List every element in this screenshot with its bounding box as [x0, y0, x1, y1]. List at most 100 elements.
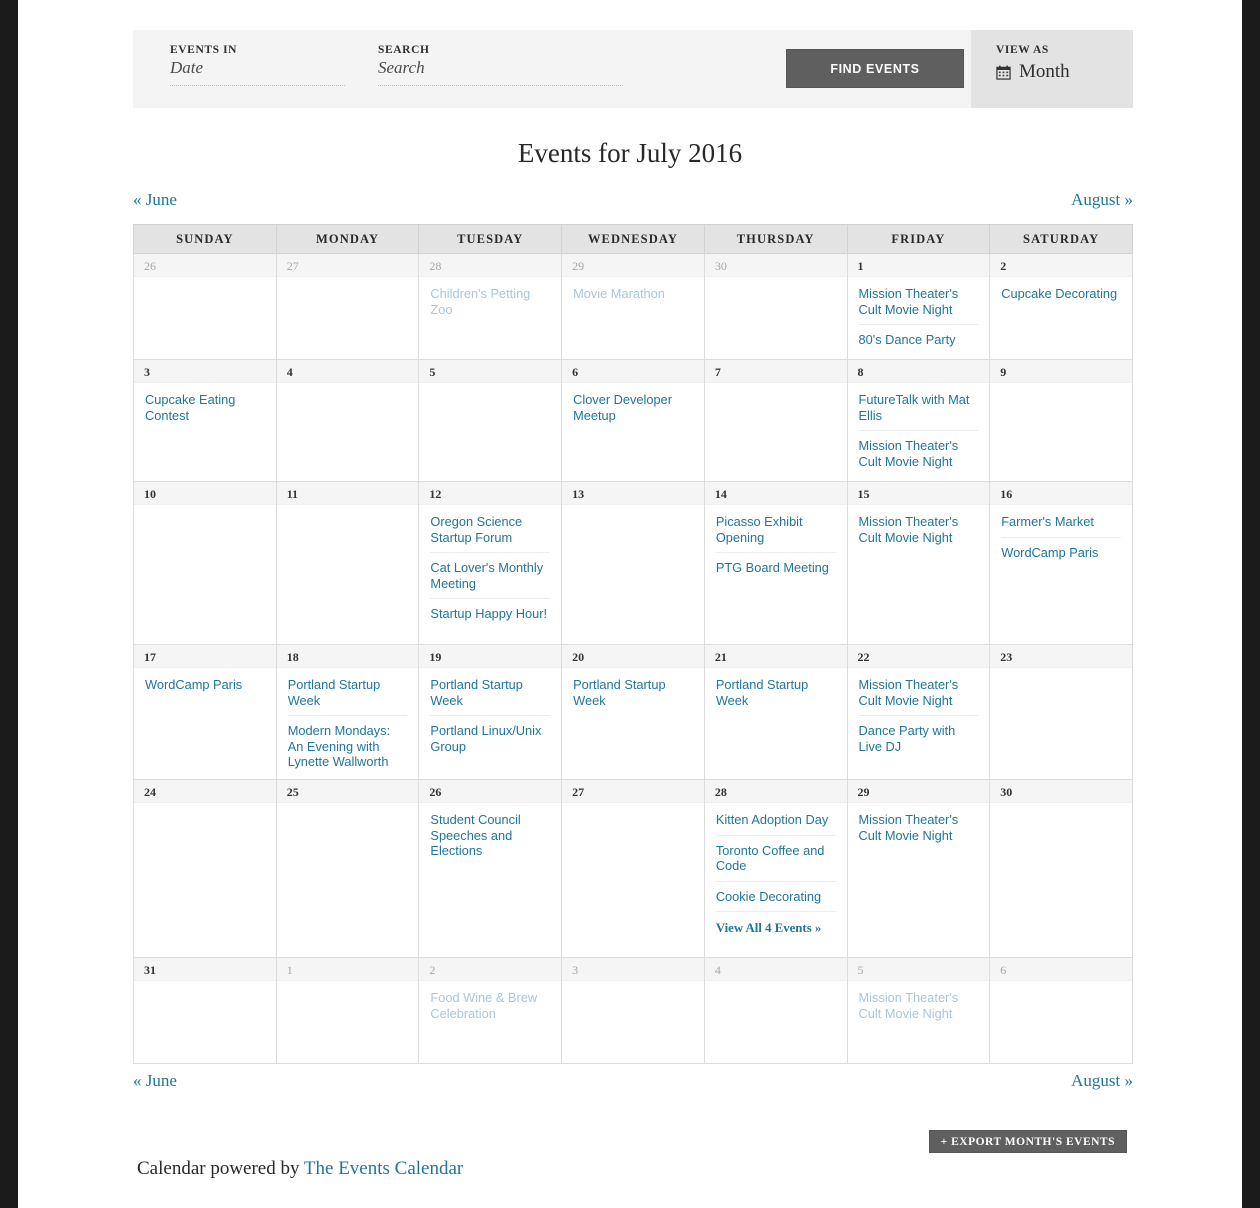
calendar-day-cell[interactable]: 7	[703, 359, 848, 482]
calendar-day-cell[interactable]: 5 Mission Theater's Cult Movie Night	[846, 957, 991, 1064]
calendar-day-cell[interactable]: 5	[418, 359, 563, 482]
calendar-day-cell[interactable]: 28 Children's Petting Zoo	[418, 253, 563, 360]
calendar-event: Cat Lover's Monthly Meeting	[430, 560, 551, 599]
calendar-day-cell[interactable]: 11	[275, 481, 420, 645]
event-title-link[interactable]: Student Council Speeches and Elections	[430, 812, 550, 859]
event-title-link[interactable]: Kitten Adoption Day	[716, 812, 836, 828]
calendar-day-cell[interactable]: 28 Kitten Adoption Day Toronto Coffee and …	[703, 779, 848, 958]
event-title-link[interactable]: Cupcake Eating Contest	[145, 392, 265, 423]
event-title-link[interactable]: Portland Startup Week	[716, 677, 836, 708]
event-title-link[interactable]: Portland Startup Week	[430, 677, 550, 708]
calendar-day-cell[interactable]: 31	[133, 957, 277, 1064]
calendar-day-cell[interactable]: 30	[989, 779, 1133, 958]
prev-month-link-top[interactable]: « June	[133, 190, 177, 210]
event-title-link[interactable]: Portland Startup Week	[573, 677, 693, 708]
event-title-link[interactable]: Modern Mondays: An Evening with Lynette …	[288, 723, 408, 770]
day-number: 8	[847, 360, 990, 383]
calendar-day-cell[interactable]: 8 FutureTalk with Mat Ellis Mission Theate…	[846, 359, 991, 482]
event-title-link[interactable]: Toronto Coffee and Code	[716, 843, 836, 874]
event-title-link[interactable]: Children's Petting Zoo	[430, 286, 550, 317]
day-number: 3	[134, 360, 276, 383]
calendar-day-cell[interactable]: 25	[275, 779, 420, 958]
powered-by-prefix: Calendar powered by	[137, 1158, 304, 1179]
event-title-link[interactable]: Startup Happy Hour!	[430, 606, 550, 622]
event-title-link[interactable]: Farmer's Market	[1001, 514, 1121, 530]
event-title-link[interactable]: Mission Theater's Cult Movie Night	[859, 677, 979, 708]
calendar-day-cell[interactable]: 6 Clover Developer Meetup	[561, 359, 705, 482]
view-as-value[interactable]: Month	[996, 61, 1133, 83]
day-number: 29	[847, 780, 990, 803]
view-as-box[interactable]: VIEW AS Month	[971, 30, 1133, 108]
event-title-link[interactable]: Cupcake Decorating	[1001, 286, 1121, 302]
calendar-day-cell[interactable]: 22 Mission Theater's Cult Movie Night Danc…	[846, 644, 991, 780]
the-events-calendar-link[interactable]: The Events Calendar	[304, 1158, 463, 1179]
calendar-day-cell[interactable]: 16 Farmer's Market WordCamp Paris	[989, 481, 1133, 645]
event-title-link[interactable]: Mission Theater's Cult Movie Night	[859, 514, 979, 545]
calendar-day-cell[interactable]: 30	[703, 253, 848, 360]
event-title-link[interactable]: Mission Theater's Cult Movie Night	[859, 438, 979, 469]
event-title-link[interactable]: Movie Marathon	[573, 286, 693, 302]
calendar-day-cell[interactable]: 3 Cupcake Eating Contest	[133, 359, 277, 482]
calendar-day-cell[interactable]: 1	[275, 957, 420, 1064]
calendar-day-cell[interactable]: 4	[275, 359, 420, 482]
search-input[interactable]	[378, 56, 623, 86]
event-title-link[interactable]: WordCamp Paris	[1001, 545, 1121, 561]
calendar-day-cell[interactable]: 13	[561, 481, 705, 645]
event-title-link[interactable]: PTG Board Meeting	[716, 560, 836, 576]
calendar-week-row: 17 WordCamp Paris 18 Portland Startup Week M…	[133, 644, 1133, 780]
events-in-input[interactable]	[170, 56, 345, 86]
day-number: 10	[134, 482, 276, 505]
calendar-day-cell[interactable]: 26	[133, 253, 277, 360]
calendar-day-cell[interactable]: 12 Oregon Science Startup Forum Cat Lover'…	[418, 481, 563, 645]
calendar-day-cell[interactable]: 20 Portland Startup Week	[561, 644, 705, 780]
event-title-link[interactable]: Portland Startup Week	[288, 677, 408, 708]
calendar-day-cell[interactable]: 10	[133, 481, 277, 645]
event-title-link[interactable]: WordCamp Paris	[145, 677, 265, 693]
event-title-link[interactable]: Portland Linux/Unix Group	[430, 723, 550, 754]
calendar-event: Portland Startup Week	[573, 677, 693, 708]
export-months-events-button[interactable]: + EXPORT MONTH'S EVENTS	[928, 1130, 1127, 1153]
day-events-list: Portland Startup Week Modern Mondays: An …	[277, 668, 419, 770]
calendar-event: Mission Theater's Cult Movie Night	[858, 677, 979, 716]
day-number: 15	[847, 482, 990, 505]
next-month-link-top[interactable]: August »	[1071, 190, 1133, 210]
calendar-day-cell[interactable]: 29 Mission Theater's Cult Movie Night	[846, 779, 991, 958]
calendar-day-cell[interactable]: 27	[275, 253, 420, 360]
event-title-link[interactable]: 80's Dance Party	[859, 332, 979, 348]
event-title-link[interactable]: Picasso Exhibit Opening	[716, 514, 836, 545]
calendar-day-cell[interactable]: 14 Picasso Exhibit Opening PTG Board Meeti…	[703, 481, 848, 645]
calendar-day-cell[interactable]: 1 Mission Theater's Cult Movie Night 80's …	[846, 253, 991, 360]
calendar-day-cell[interactable]: 2 Food Wine & Brew Celebration	[418, 957, 563, 1064]
prev-month-link-bottom[interactable]: « June	[133, 1071, 177, 1091]
calendar-day-cell[interactable]: 19 Portland Startup Week Portland Linux/Un…	[418, 644, 563, 780]
calendar-day-cell[interactable]: 26 Student Council Speeches and Elections	[418, 779, 563, 958]
calendar-day-cell[interactable]: 29 Movie Marathon	[561, 253, 705, 360]
calendar-day-cell[interactable]: 2 Cupcake Decorating	[989, 253, 1133, 360]
calendar-day-cell[interactable]: 9	[989, 359, 1133, 482]
calendar-day-cell[interactable]: 3	[561, 957, 705, 1064]
event-title-link[interactable]: Food Wine & Brew Celebration	[430, 990, 550, 1021]
event-title-link[interactable]: Clover Developer Meetup	[573, 392, 693, 423]
find-events-button[interactable]: FIND EVENTS	[786, 49, 964, 88]
calendar-day-cell[interactable]: 15 Mission Theater's Cult Movie Night	[846, 481, 991, 645]
day-events-list: Mission Theater's Cult Movie Night	[848, 981, 990, 1021]
next-month-link-bottom[interactable]: August »	[1071, 1071, 1133, 1091]
calendar-day-cell[interactable]: 24	[133, 779, 277, 958]
event-title-link[interactable]: Dance Party with Live DJ	[859, 723, 979, 754]
event-title-link[interactable]: Cookie Decorating	[716, 889, 836, 905]
calendar-day-cell[interactable]: 4	[703, 957, 848, 1064]
calendar-day-cell[interactable]: 6	[989, 957, 1133, 1064]
calendar-day-cell[interactable]: 18 Portland Startup Week Modern Mondays: A…	[275, 644, 420, 780]
view-all-events-link[interactable]: View All 4 Events »	[716, 921, 836, 937]
event-title-link[interactable]: Mission Theater's Cult Movie Night	[859, 990, 979, 1021]
calendar-day-cell[interactable]: 21 Portland Startup Week	[703, 644, 848, 780]
calendar-day-cell[interactable]: 23	[989, 644, 1133, 780]
event-title-link[interactable]: Mission Theater's Cult Movie Night	[859, 812, 979, 843]
powered-by-text: Calendar powered by The Events Calendar	[137, 1158, 463, 1180]
event-title-link[interactable]: Mission Theater's Cult Movie Night	[859, 286, 979, 317]
event-title-link[interactable]: Cat Lover's Monthly Meeting	[430, 560, 550, 591]
event-title-link[interactable]: FutureTalk with Mat Ellis	[859, 392, 979, 423]
calendar-day-cell[interactable]: 17 WordCamp Paris	[133, 644, 277, 780]
event-title-link[interactable]: Oregon Science Startup Forum	[430, 514, 550, 545]
calendar-day-cell[interactable]: 27	[561, 779, 705, 958]
